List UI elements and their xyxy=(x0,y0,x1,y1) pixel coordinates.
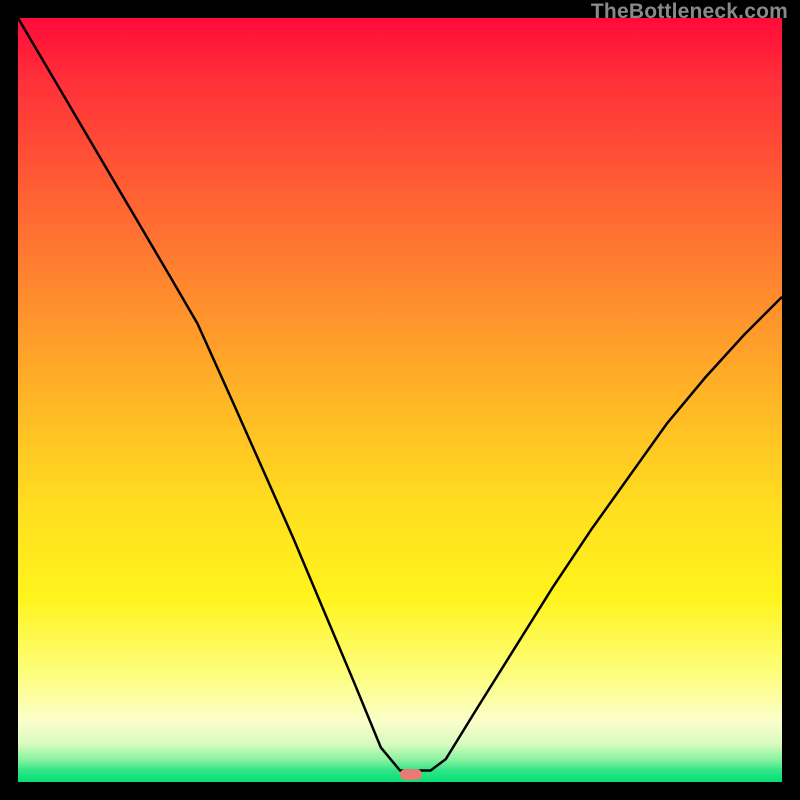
plot-area xyxy=(18,18,782,782)
bottleneck-curve xyxy=(18,18,782,782)
watermark-text: TheBottleneck.com xyxy=(591,0,788,24)
current-point-marker xyxy=(400,769,422,780)
curve-path xyxy=(18,18,782,771)
chart-frame: { "watermark": "TheBottleneck.com", "mar… xyxy=(0,0,800,800)
